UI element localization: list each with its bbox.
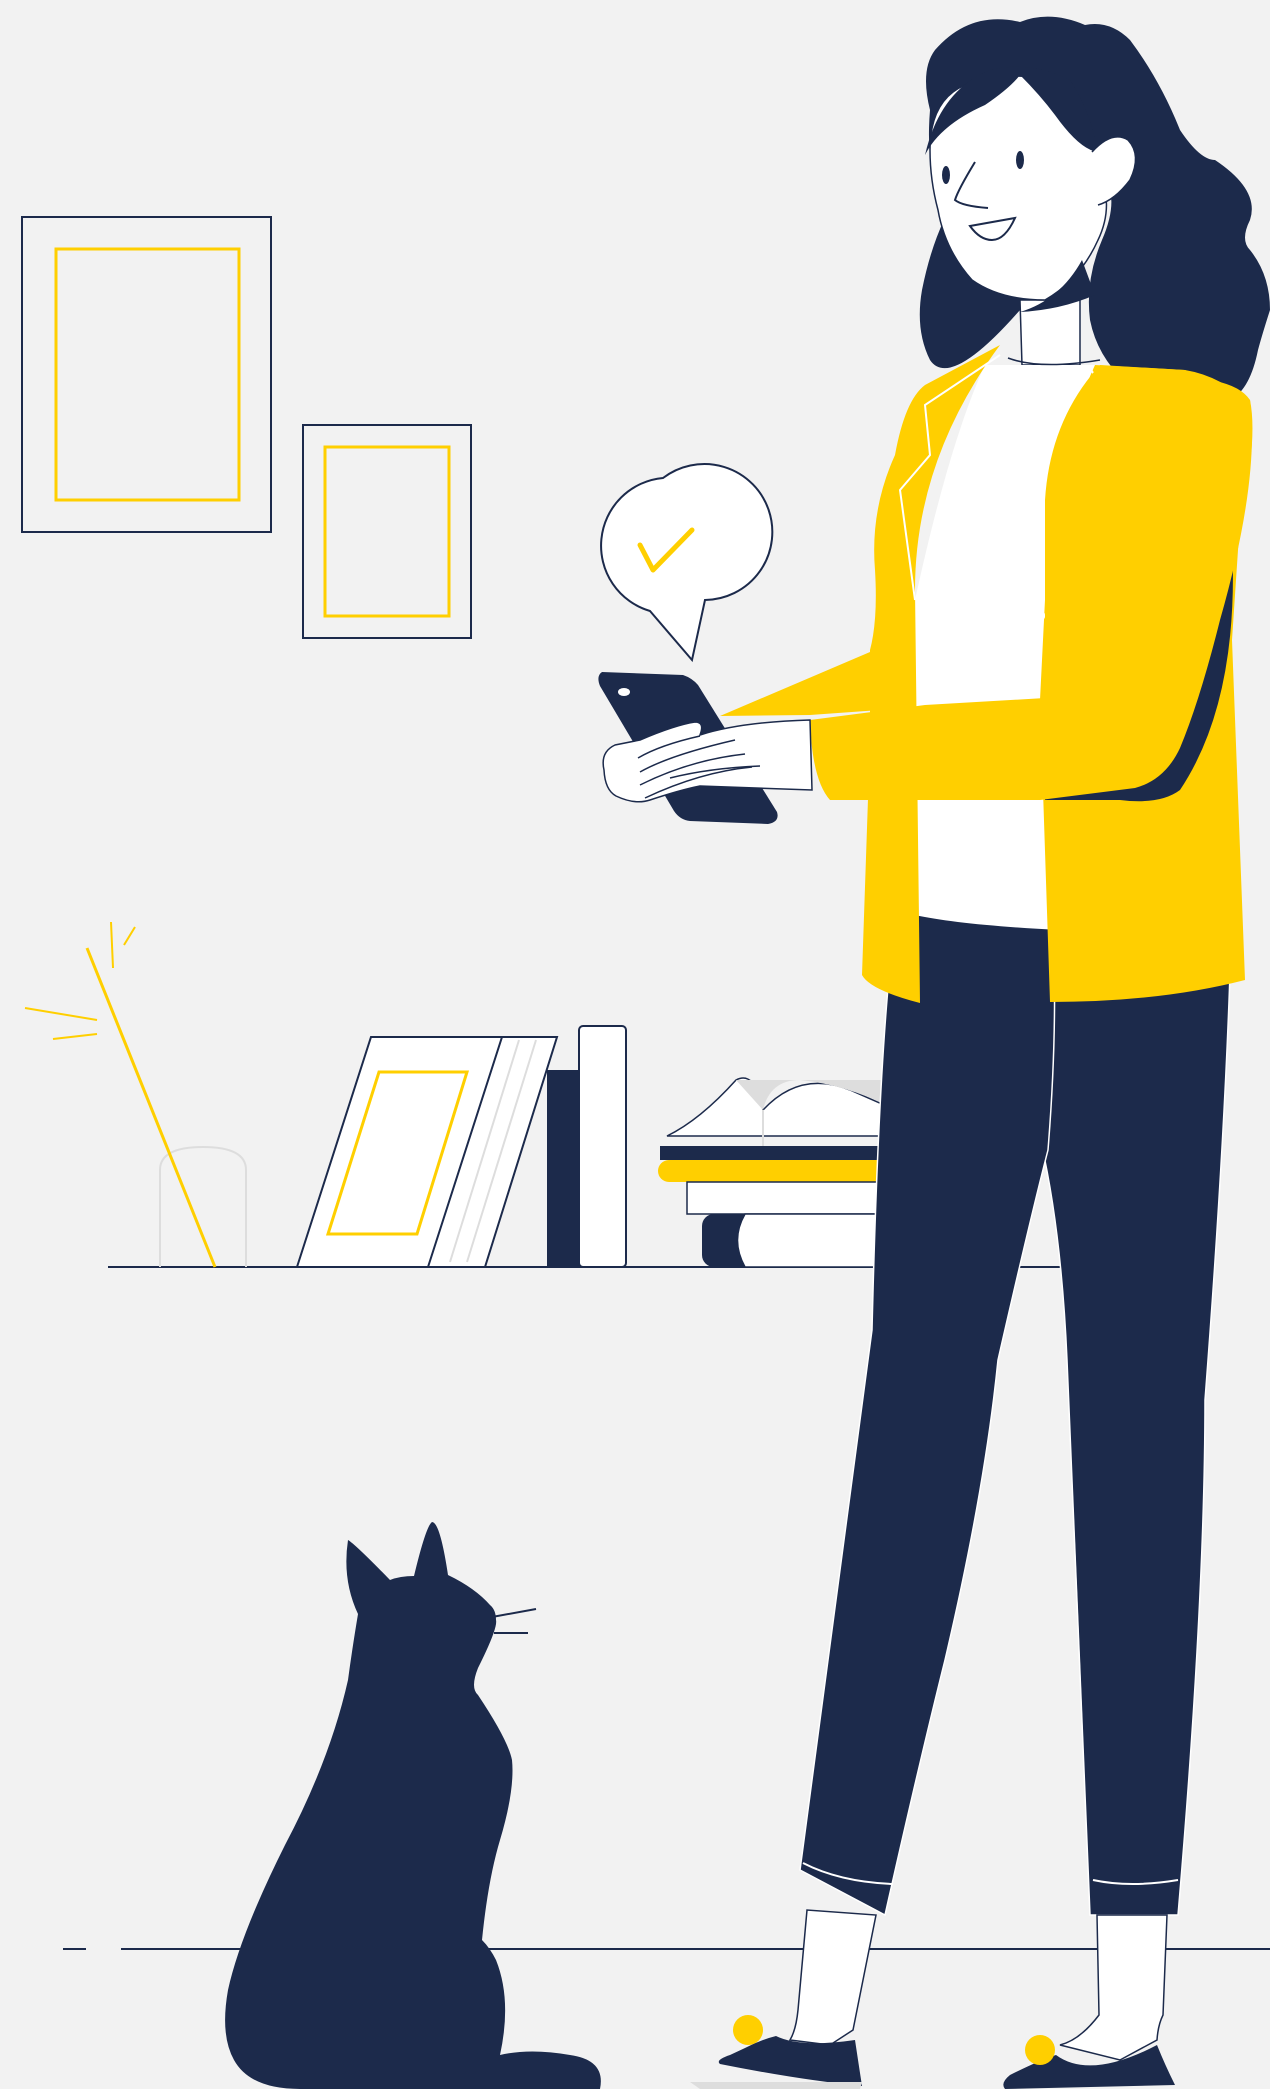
woman-shoe-back-bow (1025, 2035, 1055, 2065)
illustration-scene (0, 0, 1270, 2089)
woman-eye-left (942, 166, 950, 184)
woman-phone-camera (618, 688, 630, 696)
woman-shoe-front-bow (733, 2015, 763, 2045)
woman-eye-right (1016, 151, 1024, 169)
